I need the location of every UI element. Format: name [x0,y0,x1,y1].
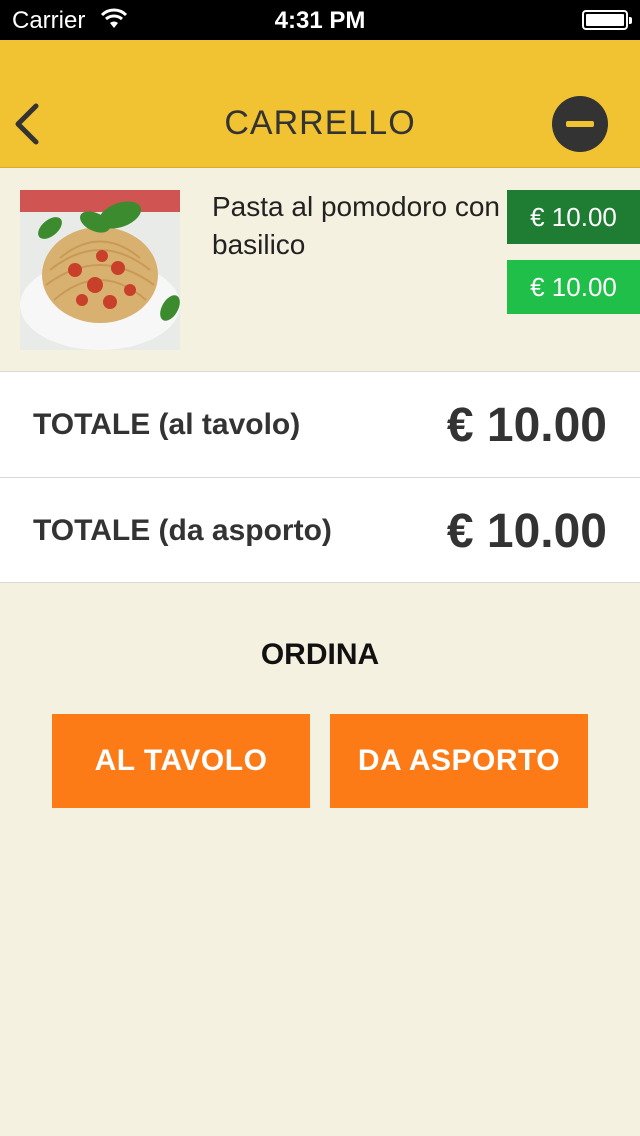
item-image [20,190,180,350]
total-takeaway-label: TOTALE (da asporto) [33,514,332,547]
battery-icon [582,10,632,30]
total-table-row: TOTALE (al tavolo) € 10.00 [0,371,640,477]
total-table-amount: € 10.00 [446,399,607,452]
total-table-label: TOTALE (al tavolo) [33,408,301,441]
navigation-bar: CARRELLO [0,40,640,168]
item-name: Pasta al pomodoro con basilico [212,191,500,260]
cart-item: Pasta al pomodoro con basilico € 10.00 €… [0,168,640,371]
order-takeaway-button[interactable]: DA ASPORTO [330,714,588,808]
status-bar: Carrier 4:31 PM [0,0,640,40]
total-takeaway-amount: € 10.00 [446,505,607,558]
price-table-button[interactable]: € 10.00 [507,190,640,244]
minus-circle-icon[interactable] [552,96,608,152]
price-takeaway-button[interactable]: € 10.00 [507,260,640,314]
clock: 4:31 PM [274,7,366,34]
total-takeaway-row: TOTALE (da asporto) € 10.00 [0,477,640,583]
order-heading: ORDINA [260,638,380,671]
page-title: CARRELLO [224,104,416,142]
order-table-button[interactable]: AL TAVOLO [52,714,310,808]
